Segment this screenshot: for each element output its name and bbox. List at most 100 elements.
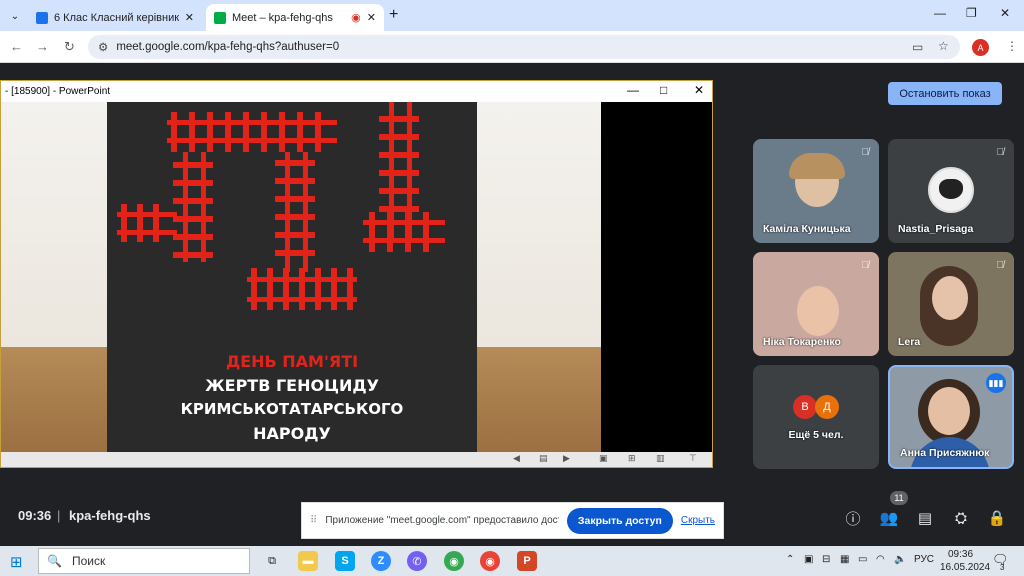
close-window-icon[interactable]: ✕ bbox=[1000, 6, 1010, 20]
participant-video bbox=[928, 387, 970, 435]
powerpoint-icon[interactable]: P bbox=[517, 551, 537, 571]
windows-start-icon[interactable]: ⊞ bbox=[10, 553, 23, 571]
participant-name: Каміла Куницька bbox=[763, 223, 851, 235]
participant-video bbox=[797, 286, 839, 336]
search-placeholder: Поиск bbox=[71, 554, 106, 568]
file-explorer-icon[interactable]: ▬ bbox=[298, 551, 318, 571]
forward-icon[interactable]: → bbox=[36, 39, 49, 54]
hide-link[interactable]: Скрыть bbox=[681, 515, 715, 526]
ppt-close-icon[interactable]: ✕ bbox=[694, 83, 704, 97]
address-bar[interactable]: ⚙ meet.google.com/kpa-fehg-qhs?authuser=… bbox=[88, 35, 960, 59]
stop-presenting-button[interactable]: Остановить показ bbox=[888, 82, 1002, 105]
task-view-icon[interactable]: ⧉ bbox=[262, 551, 282, 571]
next-slide-icon[interactable]: ▶ bbox=[563, 453, 570, 464]
participant-tile[interactable]: 🎙̸ Nastia_Prisaga bbox=[888, 139, 1014, 243]
notification-count: 3 bbox=[1000, 563, 1005, 572]
search-icon: 🔍 bbox=[47, 554, 62, 568]
close-tab-icon[interactable]: ✕ bbox=[367, 11, 376, 24]
powerpoint-window: - [185900] - PowerPoint — □ ✕ ДЕНЬ ПАМ'Я… bbox=[0, 80, 713, 468]
normal-view-icon[interactable]: ▣ bbox=[599, 453, 608, 464]
recording-icon: ◉ bbox=[351, 12, 361, 24]
notes-icon[interactable]: ▤ bbox=[539, 453, 548, 464]
tray-app-icon[interactable]: ▦ bbox=[840, 554, 849, 565]
host-controls-icon[interactable]: 🔒 bbox=[986, 507, 1008, 529]
notification-text: Приложение "meet.google.com" предоставил… bbox=[325, 515, 559, 526]
camera-icon[interactable]: ▭ bbox=[912, 40, 923, 54]
reading-view-icon[interactable]: ▥ bbox=[656, 453, 665, 464]
ppt-minimize-icon[interactable]: — bbox=[627, 83, 639, 97]
bookmark-star-icon[interactable]: ☆ bbox=[938, 39, 949, 53]
tab-title: 6 Клас Класний керівник: Кол bbox=[54, 11, 179, 24]
viber-icon[interactable]: ✆ bbox=[407, 551, 427, 571]
url-text: meet.google.com/kpa-fehg-qhs?authuser=0 bbox=[116, 41, 340, 53]
meet-favicon-icon bbox=[214, 11, 226, 24]
screen-share-notification: ⠿ Приложение "meet.google.com" предостав… bbox=[301, 502, 724, 539]
close-tab-icon[interactable]: ✕ bbox=[185, 11, 194, 24]
slide-poster: ДЕНЬ ПАМ'ЯТІ ЖЕРТВ ГЕНОЦИДУ КРИМСЬКОТАТА… bbox=[107, 102, 477, 452]
taskbar-search[interactable]: 🔍 Поиск bbox=[38, 548, 250, 574]
mic-off-icon: 🎙̸ bbox=[996, 260, 1005, 271]
participant-tile-speaking[interactable]: ▮▮▮ Анна Присяжнюк bbox=[888, 365, 1014, 469]
participant-tile[interactable]: 🎙̸ Каміла Куницька bbox=[753, 139, 879, 243]
tray-arrow-icon[interactable]: ⌃ bbox=[786, 554, 794, 565]
tab-title: Meet – kpa-fehg-qhs bbox=[232, 11, 333, 24]
people-icon[interactable]: 👥 bbox=[878, 507, 900, 529]
slide-line-2: ЖЕРТВ ГЕНОЦИДУ bbox=[205, 376, 379, 395]
reload-icon[interactable]: ↻ bbox=[64, 39, 75, 55]
new-tab-button[interactable]: + bbox=[389, 6, 398, 24]
restore-icon[interactable]: ❐ bbox=[966, 6, 977, 20]
chrome-profile-icon[interactable]: ◉ bbox=[480, 551, 500, 571]
participant-tile[interactable]: 🎙̸ Lera bbox=[888, 252, 1014, 356]
tab-search-icon[interactable]: ⌄ bbox=[6, 7, 24, 25]
participant-hair bbox=[789, 153, 845, 179]
ppt-maximize-icon[interactable]: □ bbox=[660, 83, 667, 97]
stop-sharing-button[interactable]: Закрыть доступ bbox=[566, 507, 673, 534]
slideshow-icon[interactable]: ⊤ bbox=[689, 453, 697, 464]
participant-tile[interactable]: 🎙̸ Ніка Токаренко bbox=[753, 252, 879, 356]
zoom-icon[interactable]: Z bbox=[371, 551, 391, 571]
meeting-separator: | bbox=[57, 508, 61, 523]
meet-tray-icon[interactable]: ▣ bbox=[804, 554, 813, 565]
participant-avatar: В bbox=[793, 395, 817, 419]
mic-off-icon: 🎙̸ bbox=[861, 260, 870, 271]
skype-icon[interactable]: S bbox=[335, 551, 355, 571]
minimize-icon[interactable]: — bbox=[934, 6, 946, 20]
site-info-icon[interactable]: ⚙ bbox=[98, 40, 108, 54]
classroom-favicon-icon bbox=[36, 11, 48, 24]
more-participants-label: Ещё 5 чел. bbox=[788, 429, 844, 441]
info-icon[interactable]: ⓘ bbox=[842, 507, 864, 529]
more-participants-tile[interactable]: В Д Ещё 5 чел. bbox=[753, 365, 879, 469]
volume-icon[interactable]: 🔈 bbox=[894, 554, 906, 565]
taskbar-time[interactable]: 09:36 bbox=[948, 549, 973, 560]
powerpoint-titlebar: - [185900] - PowerPoint bbox=[1, 81, 712, 101]
keyboard-language[interactable]: РУС bbox=[914, 554, 934, 565]
display-icon[interactable]: ⊟ bbox=[822, 554, 830, 565]
slide-line-1: ДЕНЬ ПАМ'ЯТІ bbox=[225, 352, 359, 371]
activities-icon[interactable]: ⛭ bbox=[950, 507, 972, 529]
tab-classroom[interactable]: 6 Клас Класний керівник: Кол ✕ bbox=[28, 4, 202, 31]
profile-avatar[interactable]: A bbox=[972, 39, 989, 56]
chrome-icon[interactable]: ◉ bbox=[444, 551, 464, 571]
slide-line-3: КРИМСЬКОТАТАРСЬКОГО bbox=[180, 400, 404, 418]
meeting-time: 09:36 bbox=[18, 508, 52, 523]
participants-count-badge: 11 bbox=[890, 491, 908, 505]
battery-icon[interactable]: ▭ bbox=[858, 554, 867, 565]
slide-black-area bbox=[601, 102, 712, 452]
chat-icon[interactable]: ▤ bbox=[914, 507, 936, 529]
slide-sorter-icon[interactable]: ⊞ bbox=[628, 453, 636, 464]
tab-meet[interactable]: Meet – kpa-fehg-qhs ◉ ✕ bbox=[206, 4, 384, 31]
prev-slide-icon[interactable]: ◀ bbox=[513, 453, 520, 464]
slide-line-4: НАРОДУ bbox=[253, 424, 331, 443]
participant-video bbox=[932, 276, 968, 320]
mic-off-icon: 🎙̸ bbox=[861, 147, 870, 158]
participant-name: Nastia_Prisaga bbox=[898, 223, 974, 235]
wifi-icon[interactable]: ◠ bbox=[876, 554, 885, 565]
menu-icon[interactable]: ⋮ bbox=[1006, 39, 1018, 53]
participant-avatar: Д bbox=[815, 395, 839, 419]
ppt-status-bar: ◀ ▤ ▶ ▣ ⊞ ▥ ⊤ bbox=[1, 452, 712, 467]
back-icon[interactable]: ← bbox=[10, 39, 23, 54]
speaking-indicator-icon: ▮▮▮ bbox=[986, 373, 1006, 393]
participant-name: Анна Присяжнюк bbox=[900, 447, 990, 459]
taskbar-date[interactable]: 16.05.2024 bbox=[940, 562, 990, 573]
drag-handle-icon[interactable]: ⠿ bbox=[310, 515, 317, 526]
